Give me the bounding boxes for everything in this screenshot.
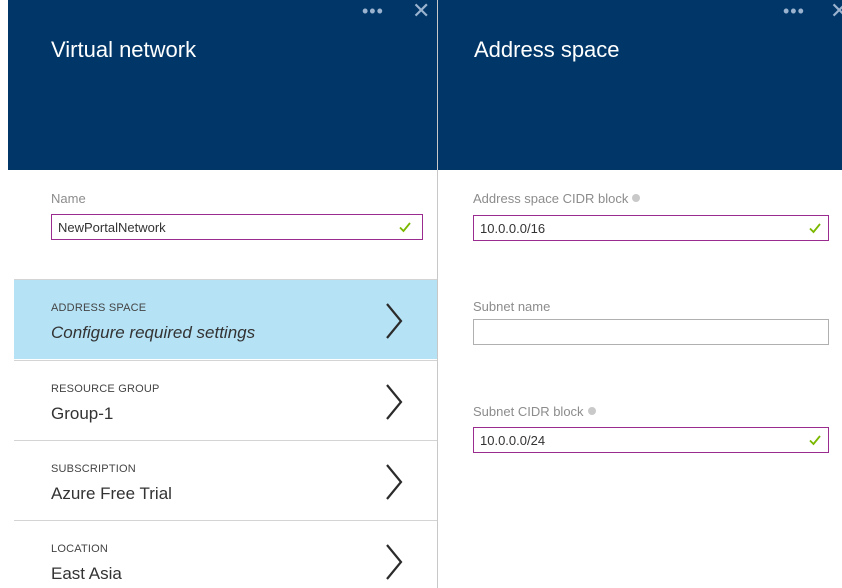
row-label: SUBSCRIPTION	[51, 463, 136, 475]
blade-content: Name ADDRESS SPACE Configure required se…	[14, 170, 437, 588]
subscription-row[interactable]: SUBSCRIPTION Azure Free Trial	[14, 440, 437, 520]
ellipsis-icon[interactable]: •••	[362, 2, 384, 20]
row-value: Configure required settings	[51, 323, 256, 342]
address-space-row[interactable]: ADDRESS SPACE Configure required setting…	[14, 279, 437, 359]
chevron-right-icon	[386, 384, 403, 420]
subnet-cidr-label: Subnet CIDR block	[473, 404, 596, 419]
chevron-right-icon	[386, 303, 403, 339]
cidr-label: Address space CIDR block	[473, 191, 641, 206]
address-space-blade: Address space ••• ✕ Address space CIDR b…	[438, 0, 842, 588]
blade-header: Address space ••• ✕	[438, 0, 842, 170]
subnet-cidr-label-text: Subnet CIDR block	[473, 404, 584, 419]
ellipsis-icon[interactable]: •••	[783, 2, 805, 20]
row-label: RESOURCE GROUP	[51, 383, 160, 395]
close-icon[interactable]: ✕	[412, 0, 430, 22]
row-value: Azure Free Trial	[51, 484, 172, 503]
cidr-label-text: Address space CIDR block	[473, 191, 629, 206]
check-icon	[809, 435, 821, 446]
close-icon[interactable]: ✕	[830, 0, 842, 22]
chevron-right-icon	[386, 464, 403, 500]
row-label: ADDRESS SPACE	[51, 302, 147, 314]
row-value: Group-1	[51, 404, 114, 423]
blade-content: Address space CIDR block Subnet name Sub…	[438, 170, 842, 588]
check-icon	[809, 223, 821, 234]
info-icon[interactable]	[587, 407, 596, 415]
virtual-network-blade: Virtual network ••• ✕ Name ADDRESS SPACE…	[0, 0, 437, 588]
subnet-name-input[interactable]	[473, 319, 829, 345]
blade-title: Address space	[474, 37, 620, 62]
name-input[interactable]	[51, 214, 423, 240]
name-label: Name	[51, 191, 86, 206]
row-value: East Asia	[51, 564, 122, 583]
blade-header: Virtual network ••• ✕	[8, 0, 437, 170]
location-row[interactable]: LOCATION East Asia	[14, 520, 437, 588]
info-icon[interactable]	[632, 194, 641, 202]
chevron-right-icon	[386, 544, 403, 580]
subnet-name-label: Subnet name	[473, 299, 551, 314]
check-icon	[399, 222, 411, 233]
blade-title: Virtual network	[51, 37, 197, 62]
row-label: LOCATION	[51, 543, 109, 555]
resource-group-row[interactable]: RESOURCE GROUP Group-1	[14, 360, 437, 440]
address-space-cidr-input[interactable]	[473, 215, 829, 241]
subnet-cidr-input[interactable]	[473, 427, 829, 453]
